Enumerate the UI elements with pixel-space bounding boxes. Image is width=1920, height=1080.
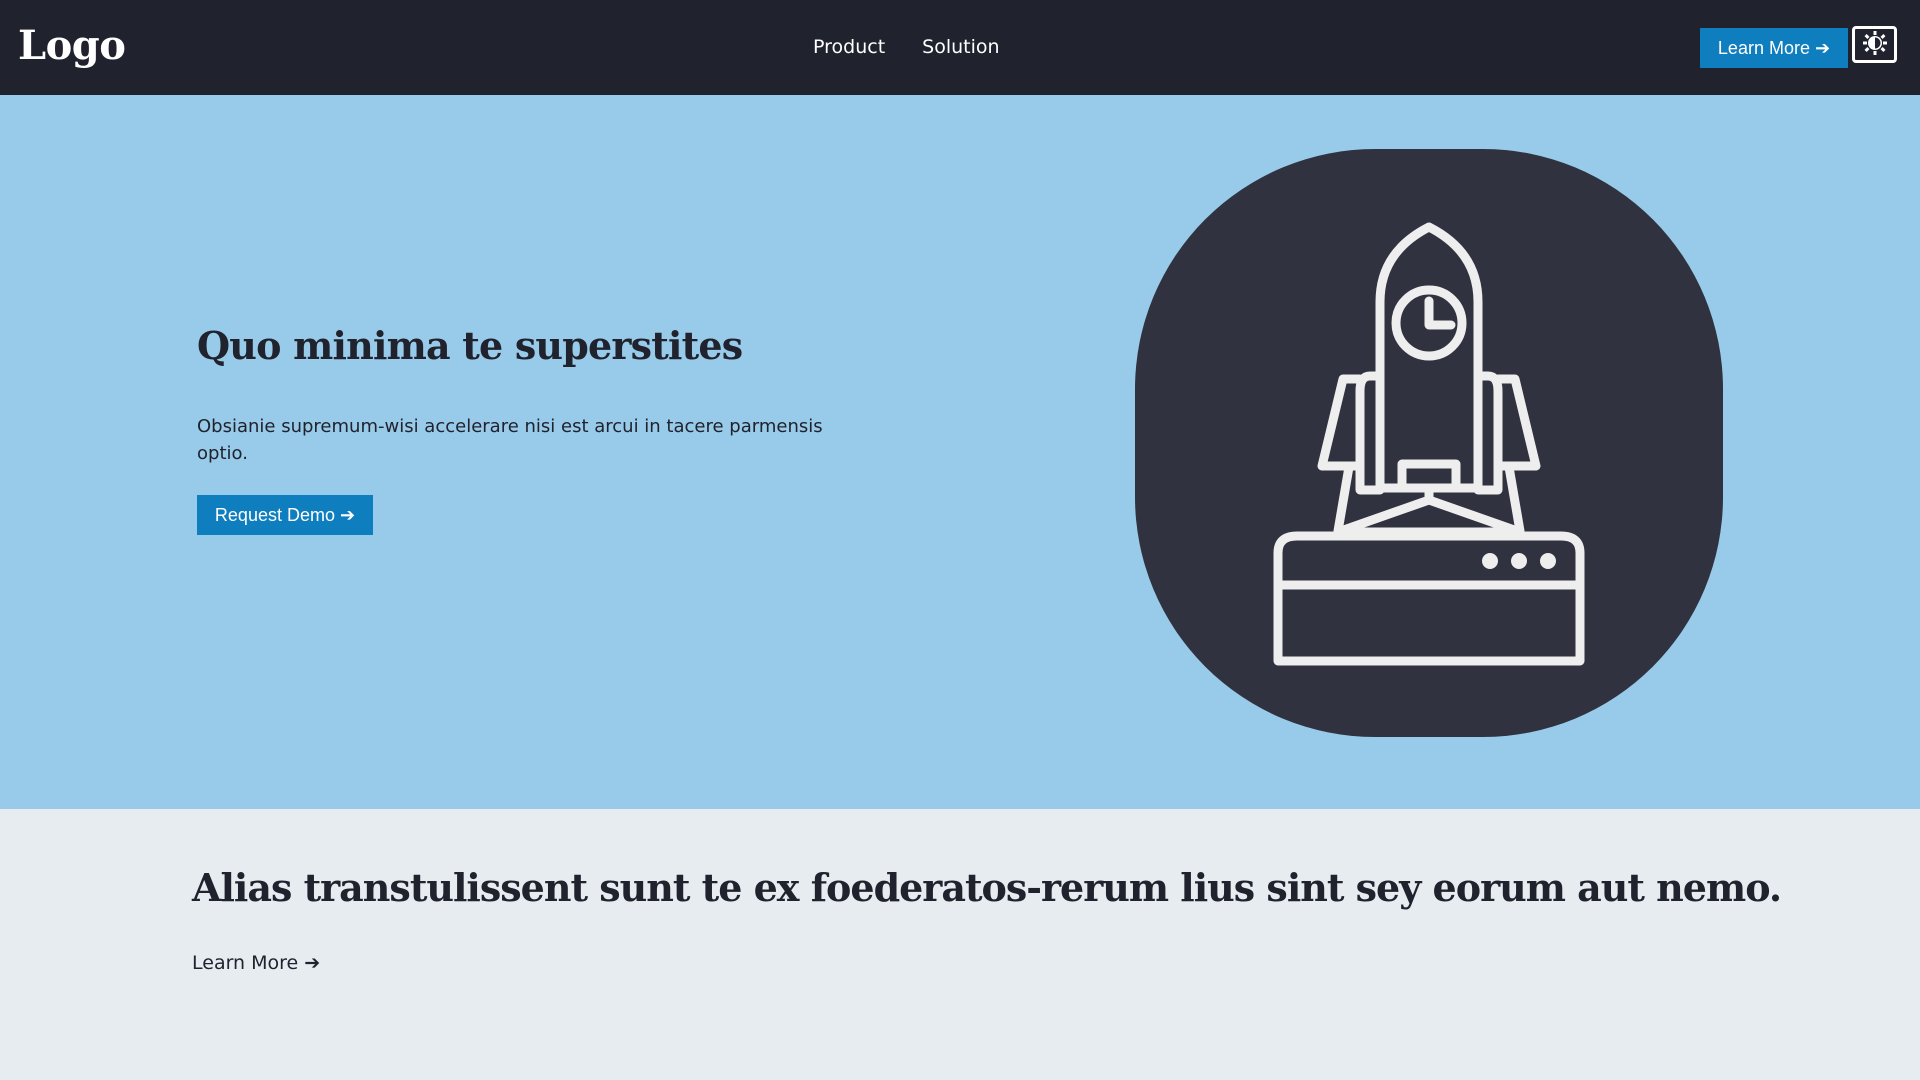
navbar: Logo Product Solution Learn More ➔ — [0, 0, 1920, 95]
learn-more-button[interactable]: Learn More ➔ — [1700, 28, 1848, 68]
rocket-launch-icon — [1135, 147, 1723, 739]
hero-section: Quo minima te superstites Obsianie supre… — [0, 95, 1920, 809]
hero-description: Obsianie supremum-wisi accelerare nisi e… — [197, 416, 823, 464]
hero-title: Quo minima te superstites — [197, 323, 743, 368]
hero-illustration — [1135, 149, 1723, 737]
learn-more-link[interactable]: Learn More ➔ — [192, 952, 320, 974]
nav-links: Product Solution — [813, 36, 1000, 58]
nav-link-solution[interactable]: Solution — [922, 36, 999, 58]
features-section: Alias transtulissent sunt te ex foederat… — [0, 809, 1920, 1080]
request-demo-button[interactable]: Request Demo ➔ — [197, 495, 373, 535]
section-title: Alias transtulissent sunt te ex foederat… — [192, 865, 1782, 910]
nav-link-product[interactable]: Product — [813, 36, 885, 58]
contrast-icon — [1862, 30, 1887, 59]
logo[interactable]: Logo — [18, 22, 126, 69]
theme-toggle-button[interactable] — [1852, 26, 1897, 63]
